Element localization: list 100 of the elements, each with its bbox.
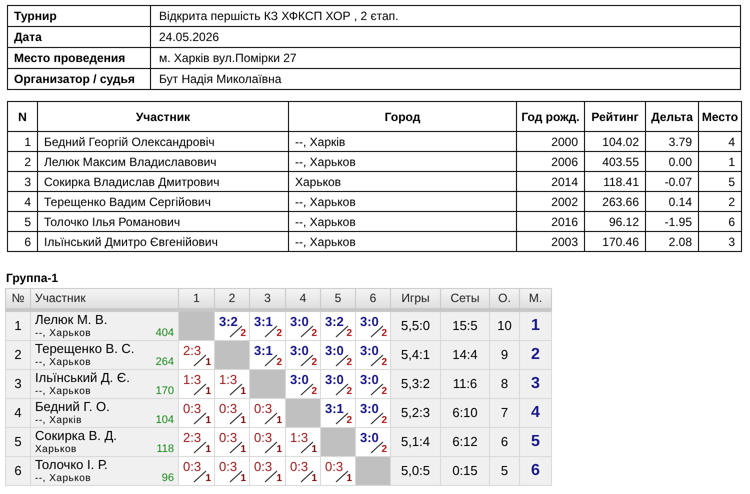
info-label: Место проведения (8, 48, 150, 68)
points-cell: 7 (490, 398, 520, 427)
info-value: Бут Надія Миколаївна (150, 68, 740, 90)
match-points: 1 (276, 414, 282, 426)
match-score: 3:2 (325, 314, 344, 328)
slash-mark (300, 440, 314, 454)
games-cell: 5,0:5 (390, 456, 440, 485)
table-cell: Сокирка Владислав Дмитрович (38, 172, 288, 192)
match-score: 0:3 (254, 400, 272, 416)
slash-mark (229, 470, 243, 482)
match-points: 1 (311, 444, 317, 454)
player-rating: 264 (156, 356, 174, 368)
player-name: Терещенко В. С. (35, 342, 134, 356)
match-score: 0:3 (219, 400, 238, 416)
table-cell: 104.02 (584, 132, 646, 152)
table-cell: 6 (698, 212, 742, 232)
slash-mark (229, 382, 243, 396)
match-points: 1 (205, 444, 211, 454)
table-cell: 96.12 (584, 212, 646, 232)
row-number: 4 (6, 398, 30, 427)
match-points: 2 (240, 328, 246, 338)
table-cell: 403.55 (584, 152, 646, 172)
player-city: --, Харьков (35, 472, 92, 484)
player-rating: 96 (162, 472, 174, 484)
table-cell: 4 (698, 132, 742, 152)
table-cell: 0.14 (646, 192, 698, 212)
match-score: 3:2 (219, 314, 238, 328)
points-cell: 8 (490, 369, 520, 398)
sets-cell: 6:10 (440, 398, 490, 427)
slash-mark (193, 440, 207, 454)
column-header: Рейтинг (584, 102, 646, 132)
slash-mark (229, 412, 243, 424)
match-points: 2 (381, 386, 387, 396)
table-cell: 2006 (516, 152, 584, 172)
row-number: 1 (6, 310, 30, 340)
table-cell: 1 (8, 132, 38, 152)
games-cell: 5,3:2 (390, 369, 440, 398)
match-points: 1 (240, 386, 246, 396)
sets-cell: 14:4 (440, 340, 490, 369)
table-cell: 0.00 (646, 152, 698, 172)
column-header: N (8, 102, 38, 132)
match-score: 0:3 (183, 458, 202, 474)
match-score: 3:0 (325, 372, 344, 386)
match-points: 2 (346, 386, 352, 396)
games-cell: 5,2:3 (390, 398, 440, 427)
column-header: Участник (38, 102, 288, 132)
slash-mark (264, 440, 278, 454)
match-score: 3:0 (360, 314, 379, 328)
slash-mark (193, 382, 207, 396)
table-cell: Харьков (288, 172, 516, 192)
points-cell: 5 (490, 456, 520, 485)
row-number: 3 (6, 369, 30, 398)
table-cell: 2003 (516, 232, 584, 252)
table-cell: 4 (8, 192, 38, 212)
column-header: Город (288, 102, 516, 132)
match-points: 2 (346, 414, 352, 426)
match-points: 2 (381, 444, 387, 454)
games-cell: 5,4:1 (390, 340, 440, 369)
games-cell: 5,5:0 (390, 310, 440, 340)
match-score: 0:3 (183, 400, 202, 416)
table-cell: 118.41 (584, 172, 646, 192)
player-rating: 404 (156, 328, 174, 338)
table-cell: Ільїнський Дмитро Євгенійович (38, 232, 288, 252)
match-score: 1:3 (290, 430, 308, 444)
match-points: 1 (205, 472, 211, 484)
sets-cell: 11:6 (440, 369, 490, 398)
player-city: --, Харьков (35, 386, 92, 396)
player-name: Бедний Г. О. (35, 400, 110, 414)
group-title: Группа-1 (6, 270, 58, 287)
table-cell: 3.79 (646, 132, 698, 152)
player-city: Харьков (35, 444, 77, 454)
place-cell: 5 (520, 427, 552, 456)
match-score: 3:0 (360, 372, 379, 386)
points-cell: 9 (490, 340, 520, 369)
slash-mark (264, 470, 278, 482)
match-points: 1 (240, 414, 246, 426)
row-number: 6 (6, 456, 30, 485)
match-points: 2 (311, 386, 317, 396)
slash-mark (300, 470, 314, 482)
player-name: Ільїнський Д. Є. (35, 370, 130, 384)
table-cell: -1.95 (646, 212, 698, 232)
match-points: 1 (346, 472, 352, 484)
slash-mark (264, 412, 278, 424)
match-score: 0:3 (219, 458, 238, 474)
table-cell: 2 (698, 192, 742, 212)
place-cell: 2 (520, 340, 552, 369)
slash-mark (229, 440, 243, 454)
match-score: 0:3 (290, 458, 308, 474)
player-name: Сокирка В. Д. (35, 428, 117, 442)
match-points: 1 (311, 472, 317, 484)
match-points: 2 (311, 356, 317, 368)
info-label: Дата (8, 26, 150, 48)
table-cell: Бедний Георгій Олександровіч (38, 132, 288, 152)
match-points: 1 (276, 444, 282, 454)
match-score: 3:0 (360, 430, 379, 444)
column-header: Место (698, 102, 742, 132)
slash-mark (335, 470, 349, 482)
info-value: м. Харків вул.Помірки 27 (150, 48, 740, 68)
player-name: Толочко І. Р. (35, 458, 108, 472)
match-score: 2:3 (183, 342, 202, 358)
